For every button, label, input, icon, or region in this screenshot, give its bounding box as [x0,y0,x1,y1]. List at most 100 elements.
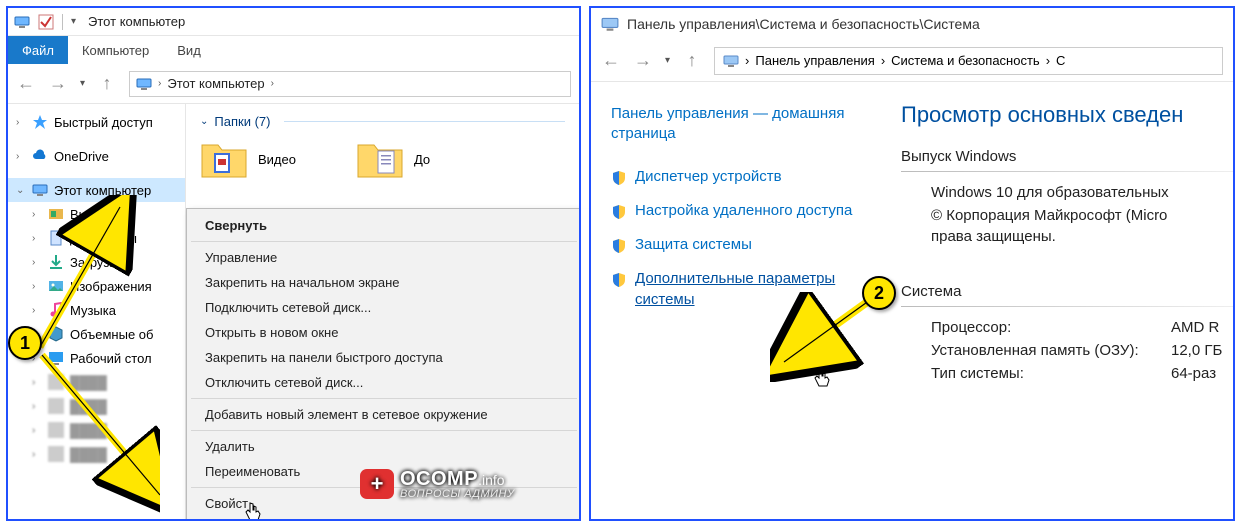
chevron-right-icon[interactable]: › [16,117,26,128]
chevron-right-icon[interactable]: › [1046,53,1050,68]
separator [62,14,63,30]
documents-icon [48,230,64,246]
folder-label: Видео [258,152,296,167]
copyright-line: © Корпорация Майкрософт (Micro [931,207,1171,224]
cloud-icon [32,148,48,164]
chevron-down-icon[interactable]: ⌄ [16,185,26,196]
star-icon [32,114,48,130]
qat-dropdown-icon[interactable]: ▾ [71,16,76,27]
nav-forward-icon[interactable]: → [633,50,653,71]
system-body: Панель управления — домашняя страница Ди… [591,82,1233,519]
pc-icon [136,76,152,92]
tree-this-pc[interactable]: ⌄ Этот компьютер [8,178,185,202]
crumb-root[interactable]: Этот компьютер [167,76,264,91]
ribbon: Файл Компьютер Вид [8,36,579,64]
link-advanced-system-settings[interactable]: Дополнительные параметры системы [611,269,875,310]
ribbon-tab-computer[interactable]: Компьютер [68,36,163,64]
nav-back-icon[interactable]: ← [16,73,36,94]
nav-up-icon[interactable]: ↑ [97,73,117,94]
pc-icon [601,15,619,33]
chevron-right-icon[interactable]: › [271,78,274,89]
nav-pane: › Быстрый доступ › OneDrive ⌄ Этот компь… [8,104,186,519]
folder-item-video[interactable]: Видео [200,139,296,179]
chevron-right-icon[interactable]: › [158,78,161,89]
window-title: Этот компьютер [88,14,185,29]
tree-label: Вид [70,207,94,222]
nav-up-icon[interactable]: ↑ [682,50,702,71]
titlebar: ▾ Этот компьютер [8,8,579,36]
tree-label: Музыка [70,303,116,318]
nav-forward-icon[interactable]: → [48,73,68,94]
link-label: Защита системы [635,235,875,255]
tree-label: Документы [70,231,137,246]
ctx-disconnect-drive[interactable]: Отключить сетевой диск... [187,370,581,395]
ctx-collapse[interactable]: Свернуть [187,213,581,238]
chevron-down-icon[interactable]: ⌄ [200,116,208,127]
tree-label: Этот компьютер [54,183,151,198]
crumb[interactable]: Система и безопасность [891,53,1040,68]
ctx-delete[interactable]: Удалить [187,434,581,459]
tree-item[interactable]: ›████ [8,418,185,442]
video-icon [48,206,64,222]
row-ram: Установленная память (ОЗУ): 12,0 ГБ [931,342,1233,359]
downloads-icon [48,254,64,270]
link-system-protection[interactable]: Защита системы [611,235,875,255]
page-heading: Просмотр основных сведен [901,102,1233,128]
crumb[interactable]: Панель управления [755,53,874,68]
tree-quick-access[interactable]: › Быстрый доступ [8,110,185,134]
tree-item-pictures[interactable]: › Изображения [8,274,185,298]
group-header[interactable]: ⌄ Папки (7) [200,114,565,129]
checkbox-qat-icon[interactable] [38,14,54,30]
system-main: Просмотр основных сведен Выпуск Windows … [891,82,1233,519]
chevron-right-icon[interactable]: › [745,53,749,68]
tree-item[interactable]: ›████ [8,370,185,394]
folder-item-documents[interactable]: До [356,139,430,179]
brand-tld: .info [478,472,504,488]
nav-history-icon[interactable]: ▾ [80,78,85,89]
link-remote-settings[interactable]: Настройка удаленного доступа [611,201,875,221]
control-panel-home-link[interactable]: Панель управления — домашняя страница [611,104,875,145]
tree-label: Объемные об [70,327,153,342]
shield-icon [611,272,627,288]
chevron-right-icon[interactable]: › [16,151,26,162]
label: Установленная память (ОЗУ): [931,342,1171,359]
navbar: ← → ▾ ↑ › Этот компьютер › [8,64,579,104]
nav-back-icon[interactable]: ← [601,50,621,71]
music-icon [48,302,64,318]
tree-item[interactable]: ›████ [8,442,185,466]
desktop-icon [48,350,64,366]
tree-item[interactable]: ›████ [8,394,185,418]
explorer-window: ▾ Этот компьютер Файл Компьютер Вид ← → … [6,6,581,521]
ctx-open-new-window[interactable]: Открыть в новом окне [187,320,581,345]
address-bar[interactable]: › Панель управления › Система и безопасн… [714,47,1223,75]
shield-icon [611,170,627,186]
control-panel-window: Панель управления\Система и безопасность… [589,6,1235,521]
ctx-pin-quick[interactable]: Закрепить на панели быстрого доступа [187,345,581,370]
link-label: Дополнительные параметры системы [635,269,875,310]
tree-onedrive[interactable]: › OneDrive [8,144,185,168]
tree-item-music[interactable]: › Музыка [8,298,185,322]
side-links: Панель управления — домашняя страница Ди… [591,82,891,519]
section-system: Система [901,283,1233,300]
chevron-right-icon[interactable]: › [881,53,885,68]
ctx-map-drive[interactable]: Подключить сетевой диск... [187,295,581,320]
ctx-pin-start[interactable]: Закрепить на начальном экране [187,270,581,295]
tree-item-downloads[interactable]: › Загрузки [8,250,185,274]
navbar: ← → ▾ ↑ › Панель управления › Система и … [591,40,1233,82]
ribbon-tab-view[interactable]: Вид [163,36,215,64]
link-label: Диспетчер устройств [635,167,875,187]
copyright-line2: права защищены. [931,228,1171,245]
window-title: Панель управления\Система и безопасность… [627,16,980,32]
tree-item-video[interactable]: › Вид [8,202,185,226]
ctx-add-network-place[interactable]: Добавить новый элемент в сетевое окружен… [187,402,581,427]
tree-label: Рабочий стол [70,351,152,366]
link-device-manager[interactable]: Диспетчер устройств [611,167,875,187]
ctx-manage[interactable]: Управление [187,245,581,270]
tree-item-documents[interactable]: › Документы [8,226,185,250]
address-bar[interactable]: › Этот компьютер › [129,71,571,97]
shield-icon [611,204,627,220]
nav-history-icon[interactable]: ▾ [665,55,670,66]
ribbon-file-tab[interactable]: Файл [8,36,68,64]
cube-icon [48,326,64,342]
crumb[interactable]: С [1056,53,1065,68]
